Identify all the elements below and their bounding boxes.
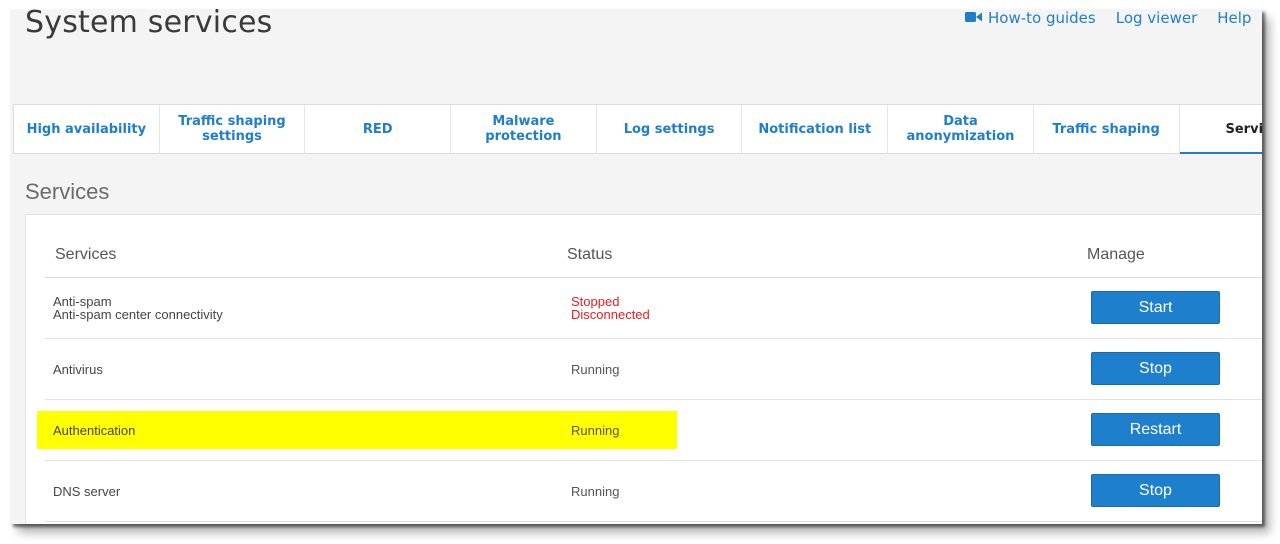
status-line: Disconnected (571, 307, 650, 322)
column-header-services: Services (55, 246, 117, 263)
tab-log-settings[interactable]: Log settings (597, 105, 743, 153)
service-status: Stopped Disconnected (571, 278, 871, 338)
table-row: Authentication Running Restart (37, 400, 1262, 461)
services-table: Services Status Manage Anti-spam Anti-sp… (37, 235, 1262, 522)
tab-traffic-shaping[interactable]: Traffic shaping (1034, 105, 1180, 153)
section-title: Services (25, 179, 110, 204)
service-status: Running (571, 361, 620, 377)
service-name: Authentication (53, 422, 136, 438)
service-name: Antivirus (53, 361, 103, 377)
tab-traffic-shaping-settings[interactable]: Traffic shaping settings (160, 105, 306, 153)
table-row: Antivirus Running Stop (45, 339, 1262, 400)
start-button[interactable]: Start (1091, 291, 1220, 324)
tab-data-anonymization[interactable]: Data anonymization (888, 105, 1034, 153)
tab-malware-protection[interactable]: Malware protection (451, 105, 597, 153)
log-viewer-link[interactable]: Log viewer (1116, 9, 1198, 27)
column-header-manage: Manage (1087, 246, 1145, 263)
tab-services[interactable]: Servic (1179, 105, 1262, 154)
app-window: System services How-to guides Log viewer… (10, 9, 1262, 524)
tab-bar: High availability Traffic shaping settin… (13, 104, 1262, 154)
how-to-guides-label: How-to guides (988, 9, 1096, 27)
tab-red[interactable]: RED (305, 105, 452, 153)
column-header-status: Status (567, 246, 613, 263)
table-header: Services Status Manage (45, 235, 1262, 278)
page-title: System services (25, 9, 273, 40)
stop-button[interactable]: Stop (1091, 474, 1220, 507)
table-row: Anti-spam Anti-spam center connectivity … (45, 278, 1262, 339)
tab-notification-list[interactable]: Notification list (742, 105, 889, 153)
service-name: Anti-spam Anti-spam center connectivity (53, 278, 533, 338)
video-camera-icon (965, 9, 982, 27)
service-status: Running (571, 422, 620, 438)
service-status: Running (571, 483, 620, 499)
service-name-line: Anti-spam center connectivity (53, 307, 223, 322)
services-panel: Services Status Manage Anti-spam Anti-sp… (25, 214, 1262, 524)
restart-button[interactable]: Restart (1091, 413, 1220, 446)
stop-button[interactable]: Stop (1091, 352, 1220, 385)
table-row: DNS server Running Stop (45, 461, 1262, 522)
help-link[interactable]: Help (1217, 9, 1251, 27)
service-name: DNS server (53, 483, 121, 499)
top-links: How-to guides Log viewer Help (965, 9, 1251, 27)
how-to-guides-link[interactable]: How-to guides (965, 9, 1096, 27)
tab-high-availability[interactable]: High availability (14, 105, 160, 153)
